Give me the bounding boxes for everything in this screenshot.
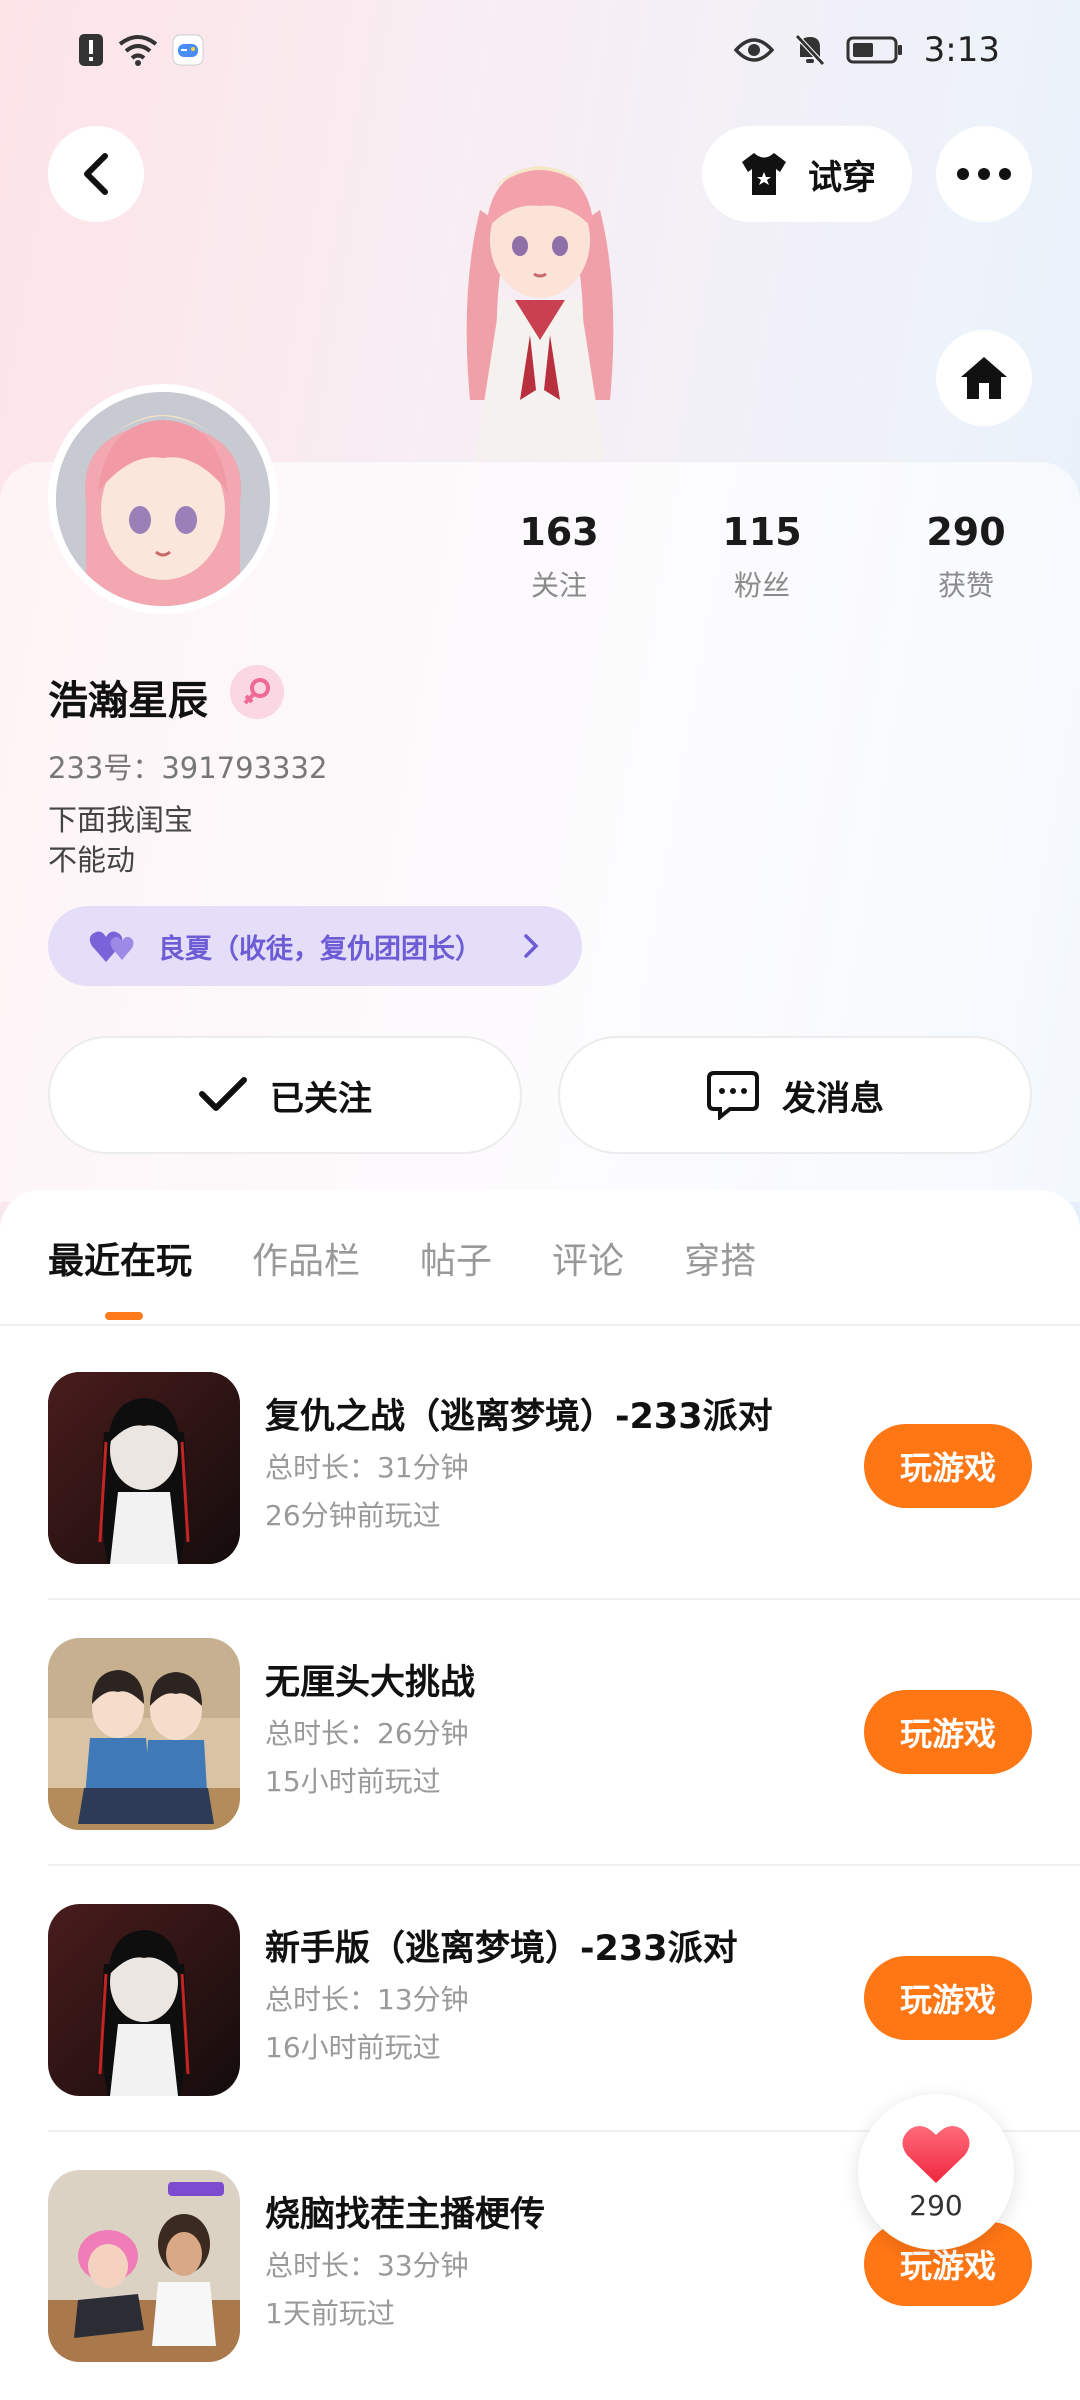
like-count: 290	[909, 2188, 963, 2222]
bio-line: 下面我闺宝	[48, 803, 194, 837]
mute-bell-icon	[794, 34, 825, 66]
tshirt-icon	[742, 153, 786, 195]
likes-label: 获赞	[937, 569, 994, 602]
play-game-button[interactable]: 玩游戏	[864, 1424, 1032, 1508]
tab-works[interactable]: 作品栏	[252, 1232, 360, 1284]
stat-following[interactable]: 163 关注	[469, 510, 649, 604]
tab-bar: 最近在玩 作品栏 帖子 评论 穿搭	[48, 1232, 816, 1284]
bio: 下面我闺宝 不能动	[48, 800, 193, 880]
list-item[interactable]: 无厘头大挑战 总时长：26分钟 15小时前玩过 玩游戏	[0, 1600, 1080, 1866]
active-tab-indicator	[105, 1312, 143, 1320]
play-game-button[interactable]: 玩游戏	[864, 1690, 1032, 1774]
game-last-played: 15小时前玩过	[265, 1765, 441, 1798]
likes-count: 290	[926, 510, 1006, 554]
game-last-played: 26分钟前玩过	[265, 1499, 441, 1532]
game-thumbnail	[48, 1372, 240, 1564]
wifi-icon	[118, 35, 158, 66]
chevron-left-icon	[84, 153, 108, 195]
stat-likes[interactable]: 290 获赞	[876, 510, 1056, 604]
alert-icon	[79, 34, 103, 66]
tab-posts[interactable]: 帖子	[420, 1232, 492, 1284]
fans-count: 115	[722, 510, 802, 554]
send-message-label: 发消息	[782, 1078, 884, 1119]
game-duration: 总时长：31分钟	[265, 1451, 469, 1484]
profile-page: 3:13 试穿 163 关注 115 粉丝 290 获赞 浩瀚星辰 233号：3…	[0, 0, 1080, 2400]
list-item[interactable]: 复仇之战（逃离梦境）-233派对 总时长：31分钟 26分钟前玩过 玩游戏	[0, 1334, 1080, 1600]
following-count: 163	[519, 510, 599, 554]
home-button[interactable]	[936, 330, 1032, 426]
game-title: 烧脑找茬主播梗传	[265, 2195, 546, 2235]
game-duration: 总时长：33分钟	[265, 2249, 469, 2282]
chat-bubble-icon	[707, 1071, 759, 1120]
try-on-label: 试穿	[808, 157, 876, 198]
bio-line: 不能动	[48, 843, 136, 877]
avatar-figure[interactable]	[420, 150, 660, 470]
eye-icon	[733, 38, 774, 62]
following-label: 关注	[530, 569, 587, 602]
game-title: 无厘头大挑战	[265, 1663, 476, 1703]
play-game-button[interactable]: 玩游戏	[864, 1956, 1032, 2040]
try-on-button[interactable]: 试穿	[702, 126, 912, 222]
game-thumbnail	[48, 2170, 240, 2362]
floating-like-button[interactable]: 290	[858, 2094, 1014, 2250]
tab-outfits[interactable]: 穿搭	[684, 1232, 756, 1284]
status-bar: 3:13	[0, 0, 1080, 106]
game-duration: 总时长：13分钟	[265, 1983, 469, 2016]
fans-label: 粉丝	[733, 569, 790, 602]
tab-divider	[0, 1324, 1080, 1326]
game-title: 复仇之战（逃离梦境）-233派对	[265, 1397, 773, 1437]
clock: 3:13	[923, 30, 1000, 70]
followed-button[interactable]: 已关注	[48, 1036, 522, 1154]
profile-name: 浩瀚星辰	[48, 678, 208, 724]
double-heart-icon	[89, 931, 134, 962]
game-duration: 总时长：26分钟	[265, 1717, 469, 1750]
game-last-played: 16小时前玩过	[265, 2031, 441, 2064]
game-title: 新手版（逃离梦境）-233派对	[265, 1929, 738, 1969]
home-icon	[961, 357, 1007, 399]
more-button[interactable]	[936, 126, 1032, 222]
game-thumbnail	[48, 1638, 240, 1830]
list-item[interactable]: 新手版（逃离梦境）-233派对 总时长：13分钟 16小时前玩过 玩游戏	[0, 1866, 1080, 2132]
tab-comments[interactable]: 评论	[552, 1232, 624, 1284]
tab-recent-games[interactable]: 最近在玩	[48, 1232, 192, 1284]
chevron-right-icon	[524, 934, 539, 958]
user-id: 233号：391793332	[48, 751, 328, 785]
avatar[interactable]	[48, 384, 278, 614]
check-icon	[199, 1077, 247, 1111]
female-gender-icon	[230, 665, 284, 719]
game-app-icon	[172, 34, 204, 66]
send-message-button[interactable]: 发消息	[558, 1036, 1032, 1154]
relationship-badge[interactable]: 良夏（收徒，复仇团团长）	[48, 906, 582, 986]
game-thumbnail	[48, 1904, 240, 2096]
heart-icon	[902, 2125, 970, 2183]
back-button[interactable]	[48, 126, 144, 222]
badge-label: 良夏（收徒，复仇团团长）	[158, 933, 482, 965]
followed-label: 已关注	[270, 1078, 372, 1119]
more-dots-icon	[957, 168, 1011, 180]
battery-icon	[846, 36, 902, 64]
game-last-played: 1天前玩过	[265, 2297, 395, 2330]
stat-fans[interactable]: 115 粉丝	[672, 510, 852, 604]
